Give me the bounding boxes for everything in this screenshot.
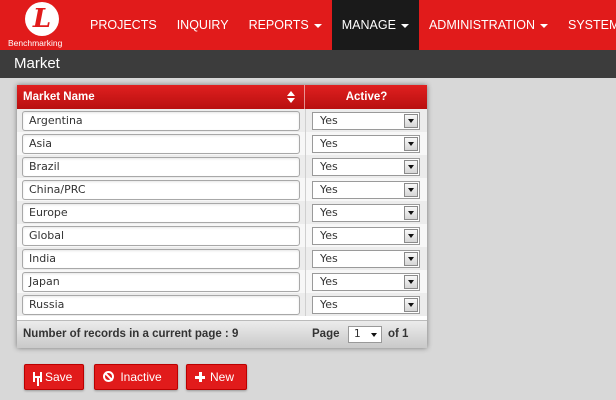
column-divider <box>305 132 306 155</box>
market-name-input[interactable]: Global <box>22 226 300 246</box>
main-nav: PROJECTS INQUIRY REPORTS MANAGE ADMINIST… <box>80 0 616 50</box>
inactive-label: Inactive <box>120 370 162 384</box>
column-divider <box>305 178 306 201</box>
nav-reports[interactable]: REPORTS <box>239 0 332 50</box>
table-row: Argentina Yes <box>17 109 427 132</box>
page-total: of 1 <box>388 328 409 340</box>
table-row: Brazil Yes <box>17 155 427 178</box>
nav-system[interactable]: SYSTEM <box>558 0 616 50</box>
table-row: Global Yes <box>17 224 427 247</box>
active-select[interactable]: Yes <box>312 135 420 153</box>
nav-inquiry[interactable]: INQUIRY <box>167 0 239 50</box>
save-button[interactable]: Save <box>24 364 84 390</box>
nav-label: PROJECTS <box>90 18 157 32</box>
column-divider <box>305 270 306 293</box>
active-select[interactable]: Yes <box>312 158 420 176</box>
page-select-value: 1 <box>354 328 361 340</box>
dropdown-arrow-icon[interactable] <box>404 206 418 220</box>
column-divider <box>305 247 306 270</box>
plus-icon <box>195 371 205 382</box>
pager-label: Page <box>312 328 340 340</box>
dropdown-arrow-icon[interactable] <box>404 229 418 243</box>
column-header-label: Market Name <box>23 91 95 103</box>
page-select[interactable]: 1 <box>348 326 382 343</box>
select-value: Yes <box>320 114 338 127</box>
inactive-button[interactable]: Inactive <box>94 364 178 390</box>
logo[interactable]: L Benchmarking <box>0 0 84 50</box>
caret-down-icon <box>313 23 322 28</box>
column-divider <box>305 293 306 316</box>
table-row: Europe Yes <box>17 201 427 224</box>
market-name-input[interactable]: Asia <box>22 134 300 154</box>
new-label: New <box>210 370 235 384</box>
logo-text: Benchmarking <box>8 38 63 48</box>
market-table: Market Name Active? Argentina Yes Asia Y… <box>17 85 427 348</box>
table-row: Russia Yes <box>17 293 427 316</box>
dropdown-arrow-icon[interactable] <box>404 183 418 197</box>
column-divider <box>305 224 306 247</box>
nav-projects[interactable]: PROJECTS <box>80 0 167 50</box>
nav-label: ADMINISTRATION <box>428 18 535 32</box>
active-select[interactable]: Yes <box>312 296 420 314</box>
nav-manage[interactable]: MANAGE <box>331 0 419 50</box>
table-row: China/PRC Yes <box>17 178 427 201</box>
table-footer: Number of records in a current page : 9 … <box>17 320 427 348</box>
column-divider <box>305 201 306 224</box>
table-row: Asia Yes <box>17 132 427 155</box>
select-value: Yes <box>320 298 338 311</box>
nav-label: SYSTEM <box>567 18 616 32</box>
market-name-input[interactable]: India <box>22 249 300 269</box>
select-value: Yes <box>320 229 338 242</box>
nav-label: REPORTS <box>248 18 309 32</box>
nav-label: INQUIRY <box>176 18 229 32</box>
record-count: Number of records in a current page : 9 <box>23 328 239 340</box>
save-icon <box>33 371 42 382</box>
dropdown-arrow-icon[interactable] <box>404 137 418 151</box>
select-value: Yes <box>320 137 338 150</box>
table-row: Japan Yes <box>17 270 427 293</box>
sort-icon[interactable] <box>286 91 296 103</box>
active-select[interactable]: Yes <box>312 112 420 130</box>
dropdown-arrow-icon[interactable] <box>404 252 418 266</box>
active-select[interactable]: Yes <box>312 250 420 268</box>
active-select[interactable]: Yes <box>312 181 420 199</box>
logo-mark: L <box>25 2 59 36</box>
market-name-input[interactable]: China/PRC <box>22 180 300 200</box>
caret-down-icon <box>400 23 409 28</box>
market-name-input[interactable]: Europe <box>22 203 300 223</box>
nav-administration[interactable]: ADMINISTRATION <box>419 0 558 50</box>
table-row: India Yes <box>17 247 427 270</box>
ban-icon <box>103 371 114 383</box>
select-value: Yes <box>320 252 338 265</box>
select-value: Yes <box>320 160 338 173</box>
page-title-bar: Market <box>0 50 616 78</box>
active-select[interactable]: Yes <box>312 227 420 245</box>
column-header-market-name[interactable]: Market Name <box>17 85 305 109</box>
select-value: Yes <box>320 206 338 219</box>
column-divider <box>305 155 306 178</box>
nav-label: MANAGE <box>341 18 396 32</box>
dropdown-arrow-icon[interactable] <box>404 114 418 128</box>
market-name-input[interactable]: Brazil <box>22 157 300 177</box>
active-select[interactable]: Yes <box>312 204 420 222</box>
active-select[interactable]: Yes <box>312 273 420 291</box>
page-title: Market <box>14 55 60 72</box>
column-header-active: Active? <box>345 91 388 103</box>
select-value: Yes <box>320 275 338 288</box>
save-label: Save <box>45 370 73 384</box>
market-name-input[interactable]: Russia <box>22 295 300 315</box>
select-value: Yes <box>320 183 338 196</box>
top-navigation-bar: L Benchmarking PROJECTS INQUIRY REPORTS … <box>0 0 616 50</box>
dropdown-arrow-icon[interactable] <box>404 275 418 289</box>
column-divider <box>305 109 306 132</box>
new-button[interactable]: New <box>186 364 247 390</box>
table-header: Market Name Active? <box>17 85 427 109</box>
caret-down-icon <box>539 23 548 28</box>
logo-letter: L <box>32 4 52 34</box>
market-name-input[interactable]: Japan <box>22 272 300 292</box>
market-name-input[interactable]: Argentina <box>22 111 300 131</box>
dropdown-arrow-icon[interactable] <box>404 298 418 312</box>
dropdown-arrow-icon[interactable] <box>404 160 418 174</box>
